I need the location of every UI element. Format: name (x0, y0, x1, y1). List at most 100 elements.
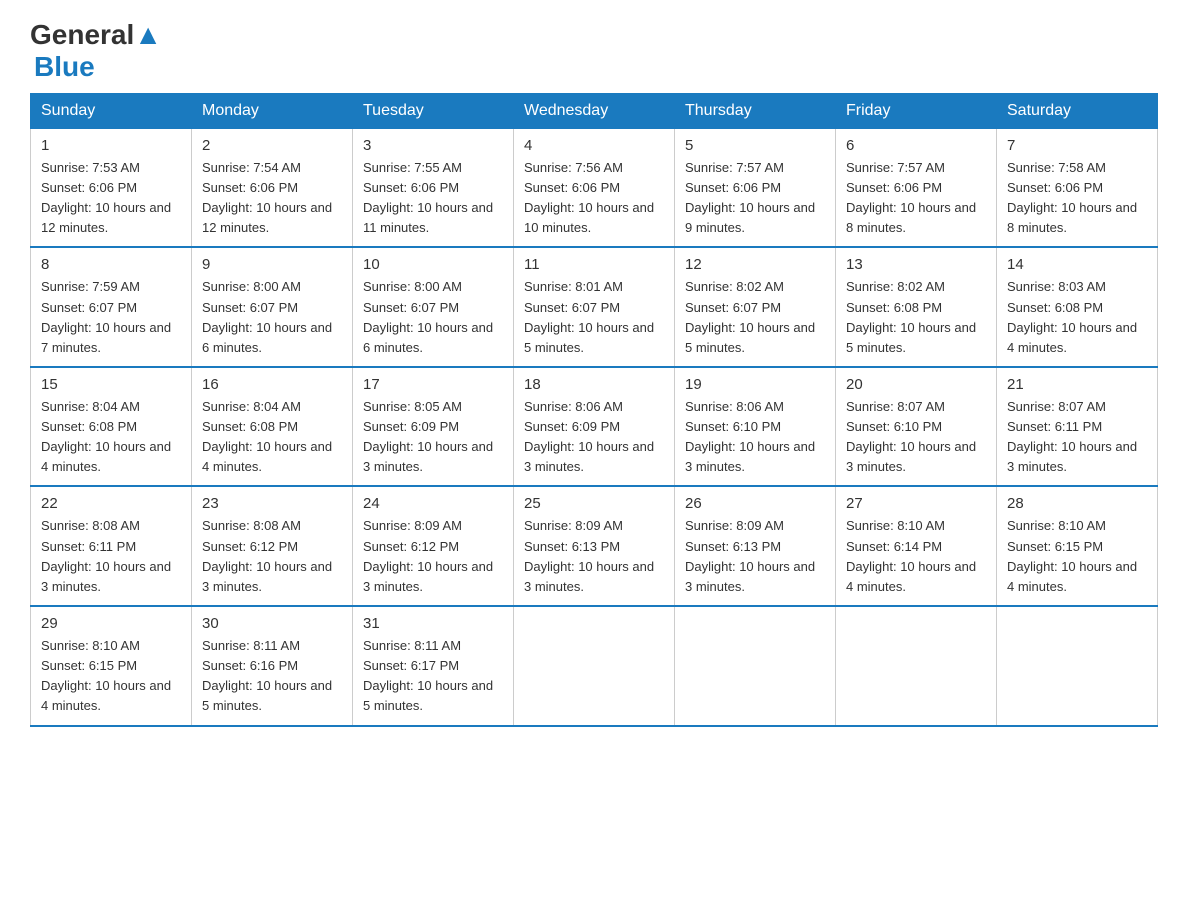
calendar-cell: 27 Sunrise: 8:10 AM Sunset: 6:14 PM Dayl… (836, 486, 997, 606)
calendar-cell: 14 Sunrise: 8:03 AM Sunset: 6:08 PM Dayl… (997, 247, 1158, 367)
day-info: Sunrise: 8:00 AM Sunset: 6:07 PM Dayligh… (363, 277, 503, 358)
calendar-cell: 12 Sunrise: 8:02 AM Sunset: 6:07 PM Dayl… (675, 247, 836, 367)
day-info: Sunrise: 8:11 AM Sunset: 6:16 PM Dayligh… (202, 636, 342, 717)
day-info: Sunrise: 8:07 AM Sunset: 6:11 PM Dayligh… (1007, 397, 1147, 478)
page-header: General▲ Blue (30, 20, 1158, 83)
calendar-body: 1 Sunrise: 7:53 AM Sunset: 6:06 PM Dayli… (31, 128, 1158, 725)
calendar-cell: 9 Sunrise: 8:00 AM Sunset: 6:07 PM Dayli… (192, 247, 353, 367)
logo-text: General▲ (30, 20, 162, 51)
day-number: 12 (685, 256, 825, 273)
day-number: 9 (202, 256, 342, 273)
day-number: 6 (846, 137, 986, 154)
calendar-cell (997, 606, 1158, 726)
day-number: 10 (363, 256, 503, 273)
calendar-week-row: 22 Sunrise: 8:08 AM Sunset: 6:11 PM Dayl… (31, 486, 1158, 606)
calendar-cell: 29 Sunrise: 8:10 AM Sunset: 6:15 PM Dayl… (31, 606, 192, 726)
day-number: 18 (524, 376, 664, 393)
day-number: 14 (1007, 256, 1147, 273)
logo: General▲ Blue (30, 20, 162, 83)
day-info: Sunrise: 8:06 AM Sunset: 6:09 PM Dayligh… (524, 397, 664, 478)
weekday-header-tuesday: Tuesday (353, 93, 514, 128)
day-number: 1 (41, 137, 181, 154)
calendar-cell: 18 Sunrise: 8:06 AM Sunset: 6:09 PM Dayl… (514, 367, 675, 487)
logo-blue-text: Blue (34, 51, 162, 83)
day-number: 11 (524, 256, 664, 273)
day-number: 28 (1007, 495, 1147, 512)
day-info: Sunrise: 7:59 AM Sunset: 6:07 PM Dayligh… (41, 277, 181, 358)
day-info: Sunrise: 8:03 AM Sunset: 6:08 PM Dayligh… (1007, 277, 1147, 358)
calendar-cell: 20 Sunrise: 8:07 AM Sunset: 6:10 PM Dayl… (836, 367, 997, 487)
day-number: 17 (363, 376, 503, 393)
weekday-header-monday: Monday (192, 93, 353, 128)
day-number: 20 (846, 376, 986, 393)
day-number: 15 (41, 376, 181, 393)
calendar-cell (675, 606, 836, 726)
calendar-week-row: 1 Sunrise: 7:53 AM Sunset: 6:06 PM Dayli… (31, 128, 1158, 247)
day-number: 21 (1007, 376, 1147, 393)
day-number: 13 (846, 256, 986, 273)
day-info: Sunrise: 8:04 AM Sunset: 6:08 PM Dayligh… (41, 397, 181, 478)
calendar-cell: 7 Sunrise: 7:58 AM Sunset: 6:06 PM Dayli… (997, 128, 1158, 247)
day-info: Sunrise: 8:06 AM Sunset: 6:10 PM Dayligh… (685, 397, 825, 478)
day-info: Sunrise: 7:58 AM Sunset: 6:06 PM Dayligh… (1007, 158, 1147, 239)
calendar-cell: 1 Sunrise: 7:53 AM Sunset: 6:06 PM Dayli… (31, 128, 192, 247)
calendar-cell: 8 Sunrise: 7:59 AM Sunset: 6:07 PM Dayli… (31, 247, 192, 367)
day-number: 16 (202, 376, 342, 393)
calendar-header: SundayMondayTuesdayWednesdayThursdayFrid… (31, 93, 1158, 128)
calendar-cell: 13 Sunrise: 8:02 AM Sunset: 6:08 PM Dayl… (836, 247, 997, 367)
day-number: 7 (1007, 137, 1147, 154)
calendar-table: SundayMondayTuesdayWednesdayThursdayFrid… (30, 93, 1158, 727)
calendar-week-row: 8 Sunrise: 7:59 AM Sunset: 6:07 PM Dayli… (31, 247, 1158, 367)
calendar-cell: 22 Sunrise: 8:08 AM Sunset: 6:11 PM Dayl… (31, 486, 192, 606)
day-number: 2 (202, 137, 342, 154)
day-info: Sunrise: 7:53 AM Sunset: 6:06 PM Dayligh… (41, 158, 181, 239)
calendar-cell: 4 Sunrise: 7:56 AM Sunset: 6:06 PM Dayli… (514, 128, 675, 247)
calendar-cell (836, 606, 997, 726)
calendar-cell: 6 Sunrise: 7:57 AM Sunset: 6:06 PM Dayli… (836, 128, 997, 247)
calendar-cell: 15 Sunrise: 8:04 AM Sunset: 6:08 PM Dayl… (31, 367, 192, 487)
calendar-cell: 30 Sunrise: 8:11 AM Sunset: 6:16 PM Dayl… (192, 606, 353, 726)
day-number: 26 (685, 495, 825, 512)
weekday-header-wednesday: Wednesday (514, 93, 675, 128)
calendar-week-row: 15 Sunrise: 8:04 AM Sunset: 6:08 PM Dayl… (31, 367, 1158, 487)
calendar-cell: 16 Sunrise: 8:04 AM Sunset: 6:08 PM Dayl… (192, 367, 353, 487)
calendar-cell: 10 Sunrise: 8:00 AM Sunset: 6:07 PM Dayl… (353, 247, 514, 367)
calendar-cell: 26 Sunrise: 8:09 AM Sunset: 6:13 PM Dayl… (675, 486, 836, 606)
calendar-week-row: 29 Sunrise: 8:10 AM Sunset: 6:15 PM Dayl… (31, 606, 1158, 726)
weekday-header-friday: Friday (836, 93, 997, 128)
calendar-cell: 2 Sunrise: 7:54 AM Sunset: 6:06 PM Dayli… (192, 128, 353, 247)
calendar-cell (514, 606, 675, 726)
day-number: 29 (41, 615, 181, 632)
day-number: 30 (202, 615, 342, 632)
calendar-cell: 25 Sunrise: 8:09 AM Sunset: 6:13 PM Dayl… (514, 486, 675, 606)
weekday-header-sunday: Sunday (31, 93, 192, 128)
day-number: 27 (846, 495, 986, 512)
day-info: Sunrise: 8:01 AM Sunset: 6:07 PM Dayligh… (524, 277, 664, 358)
day-number: 24 (363, 495, 503, 512)
weekday-header-thursday: Thursday (675, 93, 836, 128)
weekday-header-row: SundayMondayTuesdayWednesdayThursdayFrid… (31, 93, 1158, 128)
calendar-cell: 21 Sunrise: 8:07 AM Sunset: 6:11 PM Dayl… (997, 367, 1158, 487)
day-info: Sunrise: 8:11 AM Sunset: 6:17 PM Dayligh… (363, 636, 503, 717)
day-info: Sunrise: 8:07 AM Sunset: 6:10 PM Dayligh… (846, 397, 986, 478)
day-info: Sunrise: 7:56 AM Sunset: 6:06 PM Dayligh… (524, 158, 664, 239)
calendar-cell: 31 Sunrise: 8:11 AM Sunset: 6:17 PM Dayl… (353, 606, 514, 726)
day-info: Sunrise: 8:10 AM Sunset: 6:14 PM Dayligh… (846, 516, 986, 597)
day-info: Sunrise: 7:57 AM Sunset: 6:06 PM Dayligh… (685, 158, 825, 239)
day-info: Sunrise: 8:09 AM Sunset: 6:13 PM Dayligh… (524, 516, 664, 597)
day-info: Sunrise: 7:55 AM Sunset: 6:06 PM Dayligh… (363, 158, 503, 239)
day-info: Sunrise: 8:09 AM Sunset: 6:13 PM Dayligh… (685, 516, 825, 597)
calendar-cell: 23 Sunrise: 8:08 AM Sunset: 6:12 PM Dayl… (192, 486, 353, 606)
day-number: 5 (685, 137, 825, 154)
day-number: 22 (41, 495, 181, 512)
day-number: 19 (685, 376, 825, 393)
day-info: Sunrise: 8:02 AM Sunset: 6:08 PM Dayligh… (846, 277, 986, 358)
day-info: Sunrise: 8:05 AM Sunset: 6:09 PM Dayligh… (363, 397, 503, 478)
calendar-cell: 5 Sunrise: 7:57 AM Sunset: 6:06 PM Dayli… (675, 128, 836, 247)
calendar-cell: 3 Sunrise: 7:55 AM Sunset: 6:06 PM Dayli… (353, 128, 514, 247)
day-info: Sunrise: 7:54 AM Sunset: 6:06 PM Dayligh… (202, 158, 342, 239)
day-number: 31 (363, 615, 503, 632)
day-number: 4 (524, 137, 664, 154)
day-info: Sunrise: 8:04 AM Sunset: 6:08 PM Dayligh… (202, 397, 342, 478)
calendar-cell: 11 Sunrise: 8:01 AM Sunset: 6:07 PM Dayl… (514, 247, 675, 367)
